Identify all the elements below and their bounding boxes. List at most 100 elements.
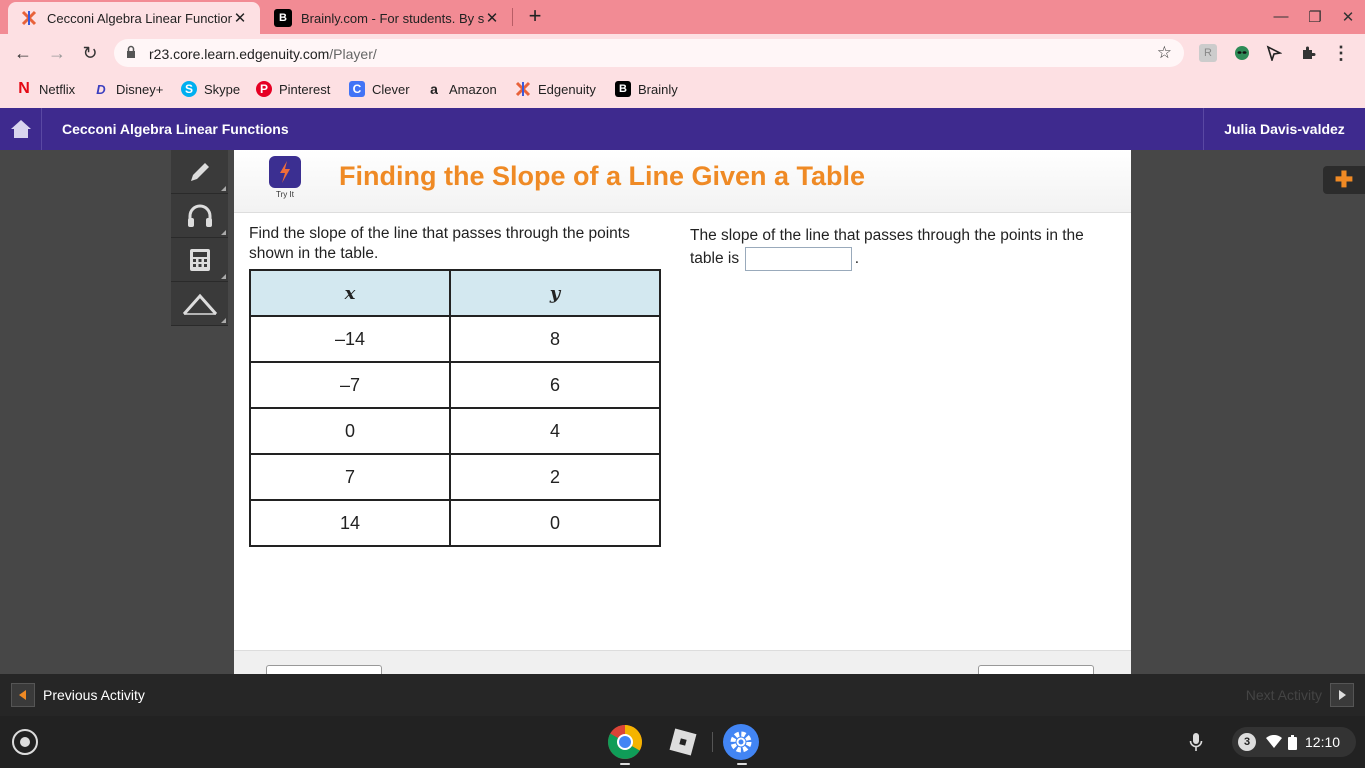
bookmark-pinterest[interactable]: P Pinterest: [256, 81, 330, 97]
next-activity-button[interactable]: Next Activity: [1246, 683, 1354, 707]
try-it-badge: Try It: [269, 156, 301, 199]
lesson-frame: Try It Finding the Slope of a Line Given…: [234, 150, 1131, 679]
bookmark-label: Pinterest: [279, 81, 331, 97]
reload-icon[interactable]: ↻: [79, 42, 101, 64]
slope-answer-input[interactable]: [745, 247, 853, 271]
settings-app-icon[interactable]: [723, 724, 759, 760]
skype-icon: S: [181, 81, 197, 97]
bookmark-amazon[interactable]: a Amazon: [426, 81, 497, 97]
bookmark-clever[interactable]: C Clever: [349, 81, 410, 97]
pencil-icon: [190, 162, 209, 181]
table-cell-y: 4: [449, 407, 661, 455]
pencil-tool-button[interactable]: [171, 150, 228, 194]
clever-icon: C: [349, 81, 365, 97]
table-cell-y: 2: [449, 453, 661, 501]
table-cell-y: 6: [449, 361, 661, 409]
lesson-header: Try It Finding the Slope of a Line Given…: [234, 150, 1131, 213]
menu-kebab-icon[interactable]: ⋮: [1332, 43, 1350, 63]
table-row: 7 2: [249, 453, 661, 501]
wifi-icon: [1266, 735, 1282, 748]
home-icon: [10, 120, 31, 138]
close-window-icon[interactable]: ✕: [1338, 8, 1358, 26]
bookmark-label: Brainly: [638, 81, 678, 97]
table-cell-x: 7: [249, 453, 451, 501]
browser-tab-strip: Cecconi Algebra Linear Functions ✕ B Bra…: [0, 0, 1365, 34]
edgenuity-icon: [515, 81, 531, 97]
roblox-app-icon[interactable]: [665, 724, 701, 760]
table-row: 0 4: [249, 407, 661, 455]
extension-icon[interactable]: R: [1199, 44, 1217, 62]
lesson-footer: [234, 650, 1131, 679]
url-text: r23.core.learn.edgenuity.com/Player/: [149, 46, 377, 62]
extension-alien-icon[interactable]: [1233, 44, 1251, 62]
lock-icon: [127, 45, 135, 58]
bookmark-edgenuity[interactable]: Edgenuity: [515, 81, 596, 97]
table-header-x: x: [249, 269, 451, 317]
notification-badge: 3: [1238, 733, 1256, 751]
table-row: –7 6: [249, 361, 661, 409]
table-row: –14 8: [249, 315, 661, 363]
bookmark-netflix[interactable]: N Netflix: [16, 80, 76, 97]
bookmark-label: Skype: [204, 81, 241, 97]
table-cell-x: –7: [249, 361, 451, 409]
bookmark-skype[interactable]: S Skype: [181, 81, 240, 97]
tab-title: Brainly.com - For students. By students.: [301, 10, 484, 26]
close-tab-icon[interactable]: ✕: [484, 9, 500, 27]
minimize-icon[interactable]: —: [1271, 8, 1291, 25]
bookmark-label: Disney+: [116, 81, 164, 97]
home-button[interactable]: [0, 108, 42, 150]
close-tab-icon[interactable]: ✕: [232, 9, 248, 27]
restore-icon[interactable]: ❐: [1305, 8, 1325, 26]
calculator-icon: [189, 248, 210, 271]
bookmark-label: Amazon: [449, 81, 497, 97]
extension-cursor-icon[interactable]: [1265, 44, 1283, 62]
next-activity-label: Next Activity: [1245, 687, 1322, 703]
graph-tool-button[interactable]: [171, 282, 228, 326]
table-cell-y: 8: [449, 315, 661, 363]
extensions-puzzle-icon[interactable]: [1299, 44, 1317, 62]
previous-activity-button[interactable]: Previous Activity: [11, 683, 145, 707]
plus-icon: ✚: [1334, 167, 1354, 192]
launcher-icon[interactable]: [12, 729, 38, 755]
bookmark-disney[interactable]: D Disney+: [93, 81, 163, 97]
tab-cecconi-algebra[interactable]: Cecconi Algebra Linear Functions ✕: [8, 2, 260, 34]
tab-title: Cecconi Algebra Linear Functions: [47, 10, 232, 26]
tab-brainly[interactable]: B Brainly.com - For students. By student…: [262, 2, 512, 34]
tab-separator: [512, 8, 513, 26]
shelf-divider: [712, 732, 713, 752]
bookmarks-bar: N Netflix D Disney+ S Skype P Pinterest …: [0, 72, 1365, 108]
new-tab-icon[interactable]: +: [524, 5, 546, 27]
address-bar[interactable]: r23.core.learn.edgenuity.com/Player/ ☆: [114, 39, 1184, 67]
calculator-tool-button[interactable]: [171, 238, 228, 282]
os-shelf: 3 12:10: [0, 716, 1365, 768]
forward-icon[interactable]: →: [46, 42, 68, 64]
answer-suffix: .: [854, 250, 860, 268]
caret-left-icon: [11, 683, 35, 707]
course-title: Cecconi Algebra Linear Functions: [62, 121, 289, 137]
back-icon[interactable]: ←: [12, 42, 34, 64]
answer-statement: The slope of the line that passes throug…: [690, 224, 1110, 271]
brainly-icon: B: [615, 81, 631, 97]
previous-activity-label: Previous Activity: [43, 687, 145, 703]
table-cell-x: 14: [249, 499, 451, 547]
headphones-icon: [187, 204, 212, 227]
lesson-title: Finding the Slope of a Line Given a Tabl…: [339, 161, 866, 191]
tool-panel: [171, 150, 228, 326]
audio-tool-button[interactable]: [171, 194, 228, 238]
lightning-icon: [269, 156, 301, 188]
disney-icon: D: [96, 81, 106, 97]
settings-running-indicator: [737, 763, 747, 765]
expand-plus-button[interactable]: ✚: [1323, 166, 1365, 194]
bookmark-brainly[interactable]: B Brainly: [615, 81, 678, 97]
activity-nav-bar: Previous Activity Next Activity: [0, 674, 1365, 716]
table-row: 14 0: [249, 499, 661, 547]
status-tray[interactable]: 3 12:10: [1232, 727, 1356, 757]
bookmark-label: Clever: [372, 81, 410, 97]
netflix-icon: N: [18, 80, 30, 97]
chrome-app-icon[interactable]: [607, 724, 643, 760]
user-name[interactable]: Julia Davis-valdez: [1203, 108, 1365, 150]
course-header: Cecconi Algebra Linear Functions Julia D…: [0, 108, 1365, 150]
bookmark-star-icon[interactable]: ☆: [1157, 43, 1172, 63]
bookmark-label: Netflix: [39, 81, 76, 97]
microphone-icon[interactable]: [1186, 730, 1206, 754]
